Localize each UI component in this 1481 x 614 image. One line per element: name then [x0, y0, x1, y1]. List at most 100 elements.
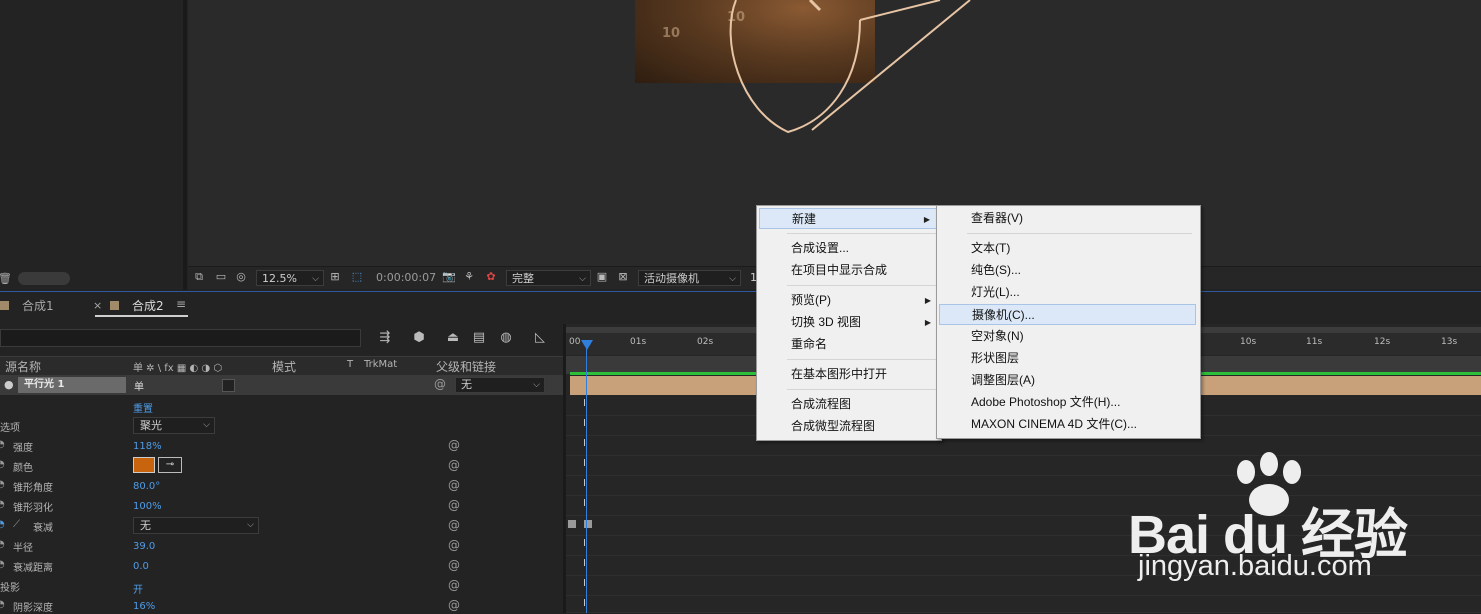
keyframe-nav-icon[interactable]	[568, 520, 576, 528]
fast-preview-icon[interactable]: ▣	[595, 270, 609, 284]
pickwhip-icon[interactable]: @	[448, 578, 460, 592]
pickwhip-icon[interactable]: @	[448, 558, 460, 572]
header-source-name[interactable]: 源名称	[5, 358, 41, 375]
trash-icon[interactable]: 🗑	[0, 272, 12, 285]
timeline-options-icon[interactable]: ◺	[531, 330, 549, 346]
playhead-marker: I	[583, 438, 586, 449]
prop-row-falloff: ◔ ⟋ 衰减 无 ⌵ @	[0, 516, 565, 536]
parent-select[interactable]: 无 ⌵	[455, 377, 545, 393]
zoom-select[interactable]: 12.5% ⌵	[256, 270, 324, 286]
frame-blending-icon[interactable]: ⏏	[444, 330, 462, 346]
menu-item-viewer[interactable]: 查看器(V)	[939, 208, 1196, 229]
mask-icon[interactable]: ◎	[234, 270, 248, 284]
cast-shadows-value[interactable]: 开	[133, 581, 143, 596]
pickwhip-icon[interactable]: @	[448, 538, 460, 552]
prop-label: 衰减距离	[13, 563, 53, 574]
pickwhip-icon[interactable]: @	[448, 518, 460, 532]
menu-item-photoshop-file[interactable]: Adobe Photoshop 文件(H)...	[939, 392, 1196, 413]
monitor-icon[interactable]: ▭	[214, 270, 228, 284]
layer-switch[interactable]: 单	[134, 378, 144, 393]
panel-divider[interactable]	[183, 0, 187, 290]
stopwatch-icon[interactable]: ◔	[0, 519, 5, 530]
header-parent[interactable]: 父级和链接	[436, 358, 496, 375]
current-time-indicator-line[interactable]	[586, 340, 587, 613]
stopwatch-icon[interactable]: ◔	[0, 439, 5, 450]
menu-item-text[interactable]: 文本(T)	[939, 238, 1196, 259]
cone-feather-value[interactable]: 100%	[133, 501, 162, 512]
transparency-grid-icon[interactable]: ⊠	[616, 270, 630, 284]
camera-select[interactable]: 活动摄像机 ⌵	[638, 270, 741, 286]
draft-3d-icon[interactable]: ⇶	[376, 330, 394, 346]
always-preview-icon[interactable]: ⧉	[192, 270, 206, 284]
menu-item-camera[interactable]: 摄像机(C)...	[939, 304, 1196, 325]
tab-menu-icon[interactable]: ≡	[176, 297, 186, 311]
pickwhip-icon[interactable]: @	[434, 377, 446, 391]
reset-link[interactable]: 重置	[133, 400, 153, 415]
layer-name[interactable]: 平行光 1	[18, 377, 126, 393]
light-type-select[interactable]: 聚光 ⌵	[133, 417, 215, 434]
menu-item-cinema4d-file[interactable]: MAXON CINEMA 4D 文件(C)...	[939, 414, 1196, 435]
menu-item-light[interactable]: 灯光(L)...	[939, 282, 1196, 303]
menu-item-new[interactable]: 新建 ▶	[759, 208, 937, 229]
eyedropper-icon[interactable]: ⊸	[158, 457, 182, 473]
pickwhip-icon[interactable]: @	[448, 478, 460, 492]
layer-checkbox[interactable]	[222, 379, 235, 392]
menu-item-null-object[interactable]: 空对象(N)	[939, 326, 1196, 347]
menu-item-switch-3d-view[interactable]: 切换 3D 视图 ▶	[759, 312, 937, 333]
grid-icon[interactable]: ⊞	[328, 270, 342, 284]
menu-item-reveal-in-project[interactable]: 在项目中显示合成	[759, 260, 937, 281]
pickwhip-icon[interactable]: @	[448, 498, 460, 512]
motion-blur-icon[interactable]: ▤	[470, 330, 488, 346]
pickwhip-icon[interactable]: @	[448, 458, 460, 472]
channel-icon[interactable]: ✿	[484, 270, 498, 284]
menu-item-adjustment-layer[interactable]: 调整图层(A)	[939, 370, 1196, 391]
menu-item-comp-settings[interactable]: 合成设置...	[759, 238, 937, 259]
project-scrollbar[interactable]	[18, 272, 70, 285]
region-of-interest-icon[interactable]: ⬚	[350, 270, 364, 284]
menu-separator	[787, 233, 937, 234]
menu-item-open-in-essential-graphics[interactable]: 在基本图形中打开	[759, 364, 937, 385]
current-time-indicator[interactable]	[581, 340, 593, 350]
stopwatch-icon[interactable]: ◔	[0, 479, 5, 490]
shadow-darkness-value[interactable]: 16%	[133, 601, 155, 612]
falloff-select[interactable]: 无 ⌵	[133, 517, 259, 534]
graph-editor-icon[interactable]: ◍	[497, 330, 515, 346]
light-cone-wireframe	[729, 0, 971, 134]
resolution-select[interactable]: 完整 ⌵	[506, 270, 591, 286]
active-tab-indicator	[95, 315, 188, 317]
tab-comp2[interactable]: 合成2	[132, 297, 164, 314]
menu-item-label: 预览(P)	[791, 293, 831, 307]
color-swatch[interactable]	[133, 457, 155, 473]
menu-item-rename[interactable]: 重命名	[759, 334, 937, 355]
menu-item-comp-flowchart[interactable]: 合成流程图	[759, 394, 937, 415]
menu-item-label: 空对象(N)	[971, 329, 1024, 343]
stopwatch-icon[interactable]: ◔	[0, 539, 5, 550]
shy-layers-icon[interactable]: ⬢	[410, 330, 428, 346]
falloff-distance-value[interactable]: 0.0	[133, 561, 149, 572]
stopwatch-icon[interactable]: ◔	[0, 599, 5, 610]
tab-comp1[interactable]: 合成1	[22, 297, 54, 314]
light-bulb-icon[interactable]: ●	[4, 378, 14, 391]
watermark-url: jingyan.baidu.com	[1138, 550, 1372, 582]
layer-search-input[interactable]	[0, 329, 361, 347]
snapshot-icon[interactable]: 📷	[442, 270, 456, 284]
menu-item-shape-layer[interactable]: 形状图层	[939, 348, 1196, 369]
tab-close-button[interactable]: ×	[93, 299, 102, 312]
cone-angle-value[interactable]: 80.0°	[133, 481, 160, 492]
stopwatch-icon[interactable]: ◔	[0, 499, 5, 510]
prop-label: 锥形羽化	[13, 503, 53, 514]
intensity-value[interactable]: 118%	[133, 441, 162, 452]
stopwatch-icon[interactable]: ◔	[0, 459, 5, 470]
header-mode[interactable]: 模式	[272, 358, 296, 375]
timecode[interactable]: 0:00:00:07	[376, 270, 436, 286]
pickwhip-icon[interactable]: @	[448, 438, 460, 452]
menu-item-preview[interactable]: 预览(P) ▶	[759, 290, 937, 311]
playhead-marker: I	[583, 478, 586, 489]
pickwhip-icon[interactable]: @	[448, 598, 460, 612]
graph-icon[interactable]: ⟋	[13, 519, 20, 530]
radius-value[interactable]: 39.0	[133, 541, 155, 552]
menu-item-comp-mini-flowchart[interactable]: 合成微型流程图	[759, 416, 937, 437]
stopwatch-icon[interactable]: ◔	[0, 559, 5, 570]
menu-item-solid[interactable]: 纯色(S)...	[939, 260, 1196, 281]
show-snapshot-icon[interactable]: ⚘	[462, 270, 476, 284]
